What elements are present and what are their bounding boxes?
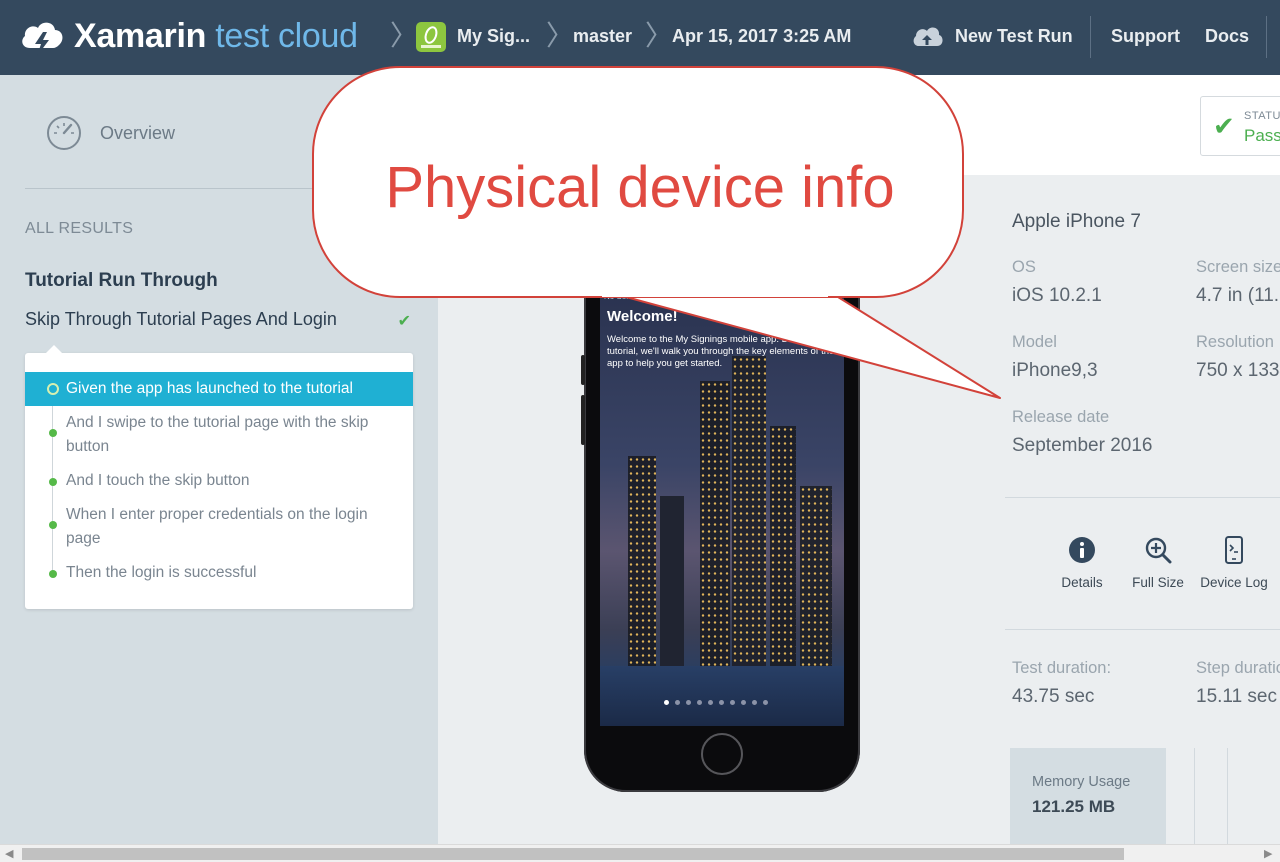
cloud-upload-icon [913,27,943,46]
section-divider [1005,629,1280,630]
scroll-right-arrow-icon[interactable]: ▶ [1264,847,1272,860]
resolution-value: 750 x 1334 [1196,360,1280,381]
scenario-item[interactable]: Skip Through Tutorial Pages And Login ✔ [25,309,415,330]
resolution-label: Resolution [1196,333,1274,351]
callout-text: Physical device info [385,155,895,220]
step-dot-icon [49,570,57,578]
device-name: Apple iPhone 7 [1012,211,1141,232]
step-dot-icon [49,429,57,437]
cloud-lightning-icon [22,22,63,56]
breadcrumb-separator-icon: 〉 [645,19,674,52]
test-duration-label: Test duration: [1012,659,1112,677]
steps-list: Given the app has launched to the tutori… [25,345,413,609]
skyline-building [700,381,730,666]
breadcrumb-app[interactable]: My Sig... [457,26,530,47]
skyline-building [628,456,656,666]
step-dot-icon [49,478,57,486]
memory-usage-label: Memory Usage [1032,774,1131,790]
welcome-title: Welcome! [607,308,678,325]
skyline-building [800,486,832,666]
model-value: iPhone9,3 [1012,360,1098,381]
status-badge: ✔ STATUS Passed [1200,96,1280,156]
brand-name: Xamarin [74,16,207,55]
scenario-name: Skip Through Tutorial Pages And Login [25,309,337,329]
screen-size-label: Screen size [1196,258,1280,276]
phone-side-button [581,355,585,385]
horizontal-scrollbar[interactable]: ◀ ▶ [0,844,1280,862]
step-item[interactable]: When I enter proper credentials on the l… [25,503,413,551]
step-dot-icon [49,521,57,529]
os-label: OS [1012,258,1036,276]
test-duration-value: 43.75 sec [1012,686,1095,707]
full-size-label: Full Size [1132,575,1184,590]
step-item[interactable]: Then the login is successful [25,561,413,585]
step-duration-label: Step duration: [1196,659,1280,677]
step-item[interactable]: Given the app has launched to the tutori… [25,372,413,406]
top-navigation-bar: Xamarin test cloud 〉 My Sig... 〉 master … [0,0,1280,75]
step-item[interactable]: And I touch the skip button [25,469,413,493]
card-notch [45,345,63,354]
status-label: STATUS [1244,110,1280,122]
xamarin-logo[interactable]: Xamarin test cloud [18,14,358,58]
column-divider [1227,748,1228,844]
support-link[interactable]: Support [1111,26,1180,47]
overview-nav-item[interactable]: Overview [46,115,175,151]
docs-link[interactable]: Docs [1205,26,1249,47]
welcome-text: Welcome to the My Signings mobile app. D… [607,334,835,369]
app-logo-icon [421,26,441,48]
all-results-heading[interactable]: ALL RESULTS [25,220,133,238]
nav-divider [1090,16,1091,58]
zoom-in-icon [1145,537,1172,564]
memory-usage-value: 121.25 MB [1032,797,1116,816]
details-button[interactable]: Details [1042,536,1122,590]
device-log-icon [1225,536,1243,564]
step-label: And I swipe to the tutorial page with th… [66,414,369,455]
breadcrumb-date[interactable]: Apr 15, 2017 3:25 AM [672,26,851,47]
info-icon [1069,537,1095,563]
app-icon[interactable] [416,22,446,52]
device-log-button[interactable]: Device Log [1194,536,1274,590]
model-label: Model [1012,333,1057,351]
phone-side-button [581,395,585,445]
skyline-building [732,356,766,666]
section-divider [1005,497,1280,498]
step-label: When I enter proper credentials on the l… [66,506,368,547]
check-icon: ✔ [1213,111,1235,141]
column-divider [1194,748,1195,844]
release-date-label: Release date [1012,408,1110,426]
step-label: And I touch the skip button [66,472,250,489]
breadcrumb-separator-icon: 〉 [390,19,419,52]
step-dot-icon [47,383,59,395]
water-reflection [600,666,844,726]
phone-home-button [701,733,743,775]
status-value: Passed [1244,126,1280,145]
nav-divider [1266,16,1267,58]
step-label: Then the login is successful [66,564,257,581]
scroll-left-arrow-icon[interactable]: ◀ [5,847,13,860]
step-label: Given the app has launched to the tutori… [66,380,353,397]
speedometer-icon [47,116,81,150]
step-duration-value: 15.11 sec [1196,686,1277,707]
os-value: iOS 10.2.1 [1012,285,1102,306]
device-screen[interactable]: No Service Welcome! Welcome to the My Si… [600,290,844,726]
breadcrumb-separator-icon: 〉 [546,19,575,52]
release-date-value: September 2016 [1012,435,1153,456]
new-test-run-link[interactable]: New Test Run [955,26,1073,47]
memory-usage-card[interactable]: Memory Usage 121.25 MB [1010,748,1166,844]
device-log-label: Device Log [1200,575,1268,590]
full-size-button[interactable]: Full Size [1118,536,1198,590]
breadcrumb-branch[interactable]: master [573,26,632,47]
screen-size-value: 4.7 in (11.9 cm) [1196,285,1280,306]
skyline-building [770,426,796,666]
step-item[interactable]: And I swipe to the tutorial page with th… [25,411,413,459]
details-label: Details [1061,575,1103,590]
annotation-callout: Physical device info [312,66,964,298]
page-indicator [664,700,768,705]
scrollbar-thumb[interactable] [22,848,1124,860]
check-icon: ✔ [397,313,411,330]
overview-label: Overview [100,122,176,143]
skyline-building [660,496,684,666]
product-name: test cloud [215,16,358,55]
feature-title[interactable]: Tutorial Run Through [25,270,218,292]
